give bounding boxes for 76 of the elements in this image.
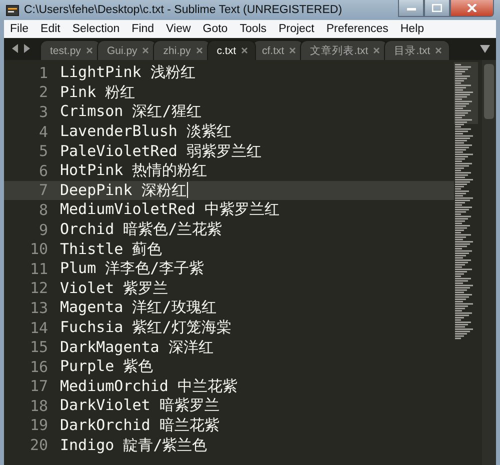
editor-tab[interactable]: Gui.py: [96, 40, 158, 60]
menu-item[interactable]: Edit: [34, 23, 66, 35]
code-line: LavenderBlush 淡紫红: [60, 122, 232, 142]
code-line: Thistle 蓟色: [60, 240, 162, 259]
menu-item[interactable]: Preferences: [320, 23, 394, 35]
code-line: HotPink 热情的粉红: [60, 161, 208, 180]
line-number: 3: [38, 102, 49, 121]
line-number: 15: [28, 338, 49, 356]
menu-item[interactable]: View: [160, 23, 197, 35]
code-line: DarkOrchid 暗兰花紫: [60, 416, 220, 435]
code-line: Pink 粉红: [60, 82, 136, 102]
code-line: DeepPink 深粉红: [60, 180, 186, 200]
line-number: 19: [28, 416, 49, 434]
dropdown-icon[interactable]: [480, 45, 490, 53]
code-line: Fuchsia 紫红/灯笼海棠: [60, 318, 232, 338]
line-number: 11: [28, 260, 49, 278]
line-number: 6: [38, 162, 49, 180]
close-icon[interactable]: [289, 47, 296, 54]
minimize-icon: [406, 5, 416, 11]
minimize-button[interactable]: [398, 0, 424, 17]
close-icon[interactable]: [86, 47, 93, 54]
code-line: Violet 紫罗兰: [60, 278, 168, 298]
previous-tab-icon[interactable]: [12, 44, 19, 53]
menu-item[interactable]: Selection: [66, 23, 126, 35]
line-number: 9: [38, 220, 49, 239]
close-icon[interactable]: [142, 47, 150, 54]
line-number: 7: [38, 181, 49, 200]
menu-item[interactable]: Tools: [234, 23, 273, 35]
code-line: PaleVioletRed 弱紫罗兰红: [60, 142, 262, 161]
editor-tab[interactable]: zhi.py: [153, 40, 211, 60]
close-icon[interactable]: [241, 47, 248, 54]
line-number: 1: [38, 64, 49, 82]
close-icon[interactable]: [435, 47, 442, 54]
line-number: 18: [28, 396, 49, 415]
menu-item[interactable]: Goto: [196, 23, 234, 35]
next-tab-icon[interactable]: [23, 44, 30, 53]
line-number: 13: [28, 298, 49, 317]
app-icon: [6, 4, 19, 16]
code-line: Plum 洋李色/李子紫: [60, 259, 204, 278]
code-line: Orchid 暗紫色/兰花紫: [60, 220, 222, 240]
code-line: Indigo 靛青/紫兰色: [60, 436, 208, 455]
code-line: Crimson 深红/猩红: [60, 102, 202, 122]
window-title: C:\Users\fehe\Desktop\c.txt - Sublime Text (UNREGISTERED): [24, 4, 344, 16]
line-number: 4: [38, 122, 49, 141]
line-number: 16: [28, 358, 49, 376]
editor-tab[interactable]: test.py: [40, 40, 101, 60]
code-line: MediumVioletRed 中紫罗兰红: [60, 200, 280, 220]
code-line: Magenta 洋红/玫瑰红: [60, 298, 216, 318]
editor-tab[interactable]: c.txt: [206, 40, 256, 60]
line-number: 20: [28, 436, 49, 454]
editor-tab[interactable]: 目录.txt: [384, 40, 450, 60]
line-number: 10: [28, 240, 49, 258]
text-cursor: [187, 182, 188, 198]
close-icon[interactable]: [373, 47, 380, 54]
line-number: 17: [28, 377, 49, 396]
line-number: 5: [38, 142, 49, 160]
scrollbar-thumb[interactable]: [484, 64, 494, 119]
menu-item[interactable]: Help: [394, 23, 430, 35]
menu-item[interactable]: File: [4, 23, 35, 35]
code-line: Purple 紫色: [60, 357, 154, 376]
line-number: 14: [28, 318, 49, 337]
code-line: LightPink 浅粉红: [60, 63, 196, 82]
menu-item[interactable]: Project: [272, 23, 320, 35]
line-number: 12: [28, 279, 49, 298]
code-line: MediumOrchid 中兰花紫: [60, 376, 238, 396]
code-line: DarkViolet 暗紫罗兰: [60, 396, 220, 416]
code-line: DarkMagenta 深洋红: [60, 338, 214, 357]
line-number: 2: [38, 83, 49, 102]
close-button[interactable]: [450, 0, 494, 17]
maximize-button[interactable]: [424, 0, 450, 17]
close-icon[interactable]: [196, 47, 203, 54]
editor-tab[interactable]: 文章列表.txt: [300, 40, 388, 60]
close-icon: [467, 4, 477, 12]
line-number: 8: [38, 200, 49, 219]
menu-item[interactable]: Find: [126, 23, 160, 35]
maximize-icon: [432, 4, 442, 12]
